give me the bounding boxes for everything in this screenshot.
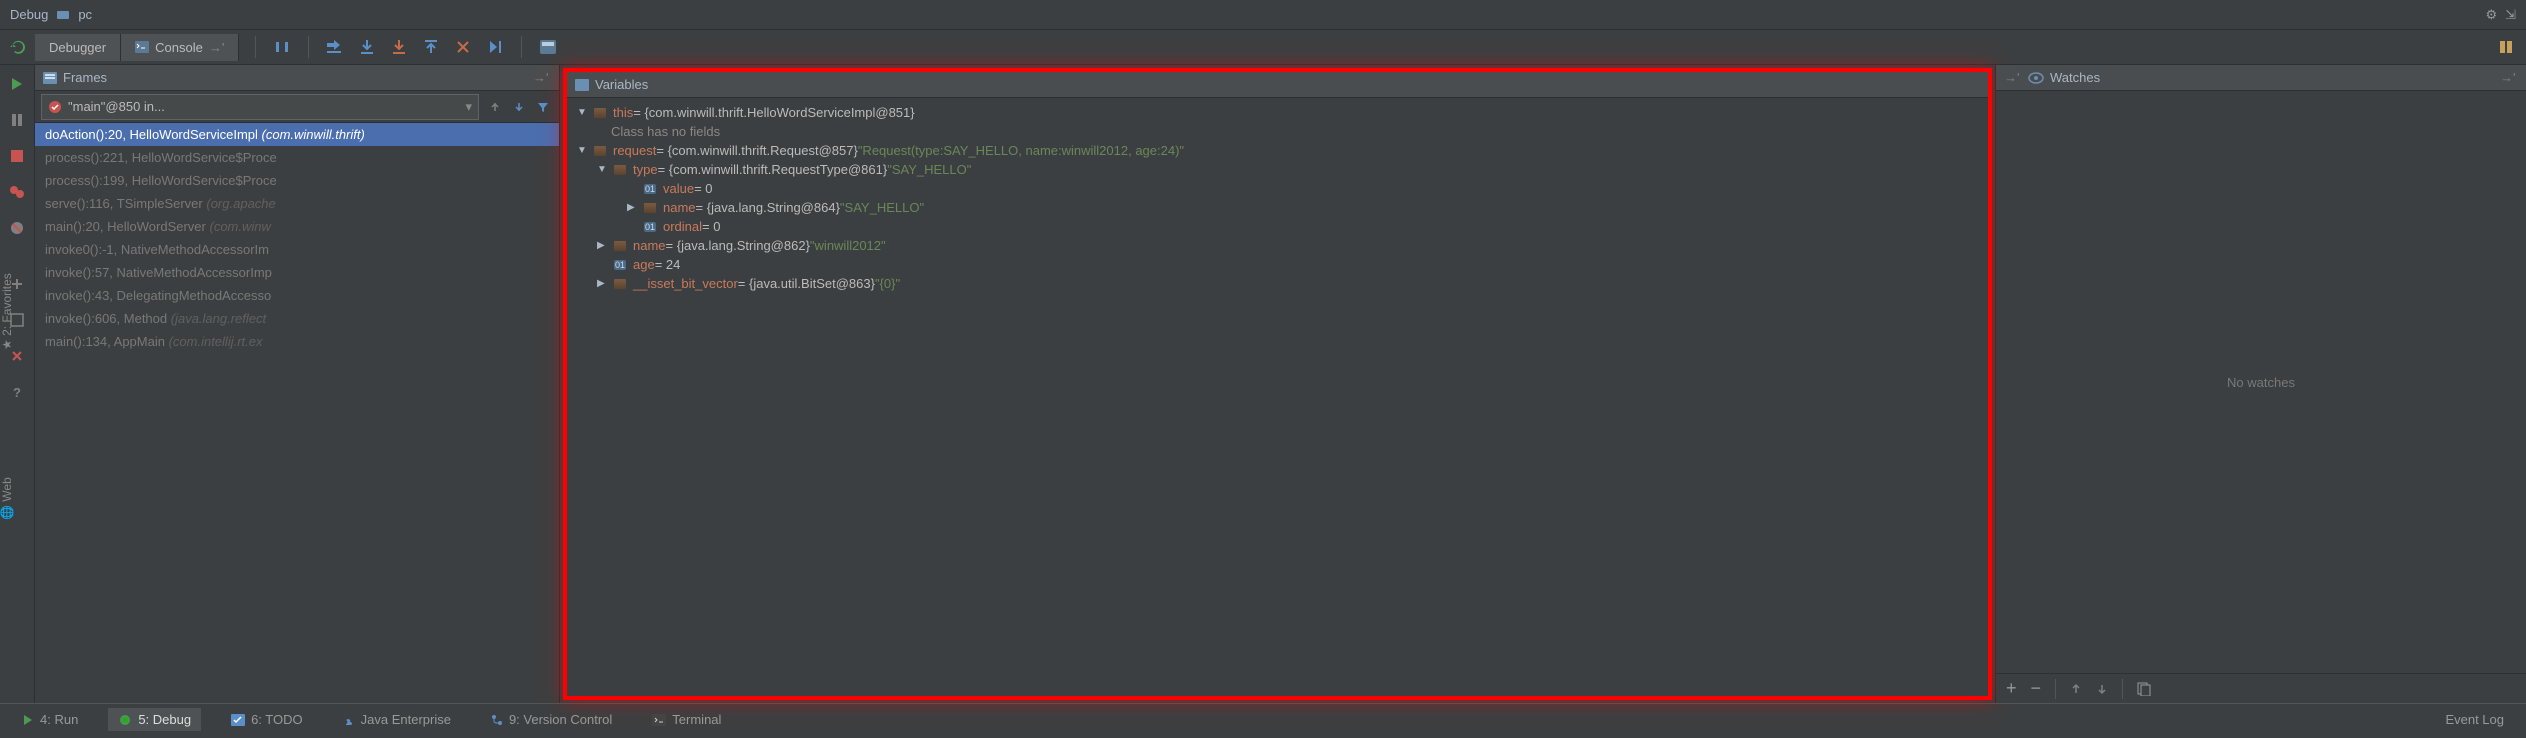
frame-item[interactable]: main():134, AppMain (com.intellij.rt.ex — [35, 330, 559, 353]
filter-frames-button[interactable] — [533, 96, 553, 118]
resume-button[interactable] — [3, 70, 31, 98]
gear-icon[interactable]: ⚙ — [2485, 7, 2497, 23]
debug-gutter: ? — [0, 65, 35, 703]
watches-title: Watches — [2050, 70, 2100, 85]
tab-console[interactable]: Console →' — [121, 34, 239, 61]
variable-row[interactable]: ▶name = {java.lang.String@862} "winwill2… — [567, 236, 1988, 255]
rerun-button[interactable] — [0, 30, 35, 65]
thread-selector[interactable]: "main"@850 in... ▾ — [41, 94, 479, 120]
view-breakpoints-button[interactable] — [3, 178, 31, 206]
frame-item[interactable]: main():20, HelloWordServer (com.winw — [35, 215, 559, 238]
watch-up-button[interactable] — [2070, 683, 2082, 695]
variables-title: Variables — [595, 77, 648, 92]
tab-java-enterprise[interactable]: Java Enterprise — [333, 708, 461, 731]
watch-down-button[interactable] — [2096, 683, 2108, 695]
variable-row[interactable]: ▼this = {com.winwill.thrift.HelloWordSer… — [567, 103, 1988, 122]
frames-dropdown-icon[interactable]: →' — [533, 70, 551, 85]
variable-row[interactable]: ▶01ordinal = 0 — [567, 217, 1988, 236]
console-icon — [135, 41, 149, 53]
layout-settings-icon[interactable] — [2496, 37, 2516, 57]
show-execution-point-icon[interactable] — [272, 37, 292, 57]
side-tab-web[interactable]: 🌐 Web — [0, 477, 14, 520]
title-bar: Debug pc ⚙ ⇲ — [0, 0, 2526, 30]
help-button[interactable]: ? — [3, 378, 31, 406]
variable-row[interactable]: ▶01age = 24 — [567, 255, 1988, 274]
mute-breakpoints-button[interactable] — [3, 214, 31, 242]
bottom-toolbar: 4: Run 5: Debug 6: TODO Java Enterprise … — [0, 703, 2526, 735]
run-to-cursor-icon[interactable] — [485, 37, 505, 57]
tab-run[interactable]: 4: Run — [12, 708, 88, 731]
watches-pane: →' Watches →' No watches + − — [1996, 65, 2526, 703]
variables-pane: Variables ▼this = {com.winwill.thrift.He… — [560, 65, 1996, 703]
force-step-into-icon[interactable] — [389, 37, 409, 57]
variable-row[interactable]: ▶Class has no fields — [567, 122, 1988, 141]
stop-button[interactable] — [3, 142, 31, 170]
tab-debugger[interactable]: Debugger — [35, 34, 121, 61]
variable-row[interactable]: ▼request = {com.winwill.thrift.Request@8… — [567, 141, 1988, 160]
pause-button[interactable] — [3, 106, 31, 134]
watches-icon — [2028, 72, 2044, 84]
frames-pane: Frames →' "main"@850 in... ▾ doAction():… — [35, 65, 560, 703]
tab-version-control[interactable]: 9: Version Control — [481, 708, 622, 731]
run-config-name: pc — [78, 7, 92, 22]
tab-todo[interactable]: 6: TODO — [221, 708, 313, 731]
evaluate-expression-icon[interactable] — [538, 37, 558, 57]
debug-toolbar: Debugger Console →' — [0, 30, 2526, 65]
side-tab-favorites[interactable]: ★ 2: Favorites — [0, 273, 14, 350]
copy-watch-button[interactable] — [2137, 682, 2151, 696]
frame-item[interactable]: doAction():20, HelloWordServiceImpl (com… — [35, 123, 559, 146]
watches-dropdown-icon[interactable]: →' — [2004, 70, 2022, 85]
variable-row[interactable]: ▼type = {com.winwill.thrift.RequestType@… — [567, 160, 1988, 179]
frames-icon — [43, 72, 57, 84]
watches-empty: No watches — [1996, 91, 2526, 673]
tab-debug[interactable]: 5: Debug — [108, 708, 201, 731]
step-out-icon[interactable] — [421, 37, 441, 57]
breakpoint-hit-icon — [48, 100, 62, 114]
drop-frame-icon[interactable] — [453, 37, 473, 57]
step-over-icon[interactable] — [325, 37, 345, 57]
variable-row[interactable]: ▶01value = 0 — [567, 179, 1988, 198]
remove-watch-button[interactable]: − — [2031, 678, 2042, 699]
frame-item[interactable]: process():199, HelloWordService$Proce — [35, 169, 559, 192]
run-config-icon — [56, 8, 70, 22]
frames-title: Frames — [63, 70, 107, 85]
window-title: Debug — [10, 7, 48, 22]
next-frame-button[interactable] — [509, 96, 529, 118]
tab-event-log[interactable]: Event Log — [2435, 708, 2514, 731]
frame-item[interactable]: process():221, HelloWordService$Proce — [35, 146, 559, 169]
variable-row[interactable]: ▶name = {java.lang.String@864} "SAY_HELL… — [567, 198, 1988, 217]
step-into-icon[interactable] — [357, 37, 377, 57]
frame-item[interactable]: invoke():57, NativeMethodAccessorImp — [35, 261, 559, 284]
prev-frame-button[interactable] — [485, 96, 505, 118]
minimize-icon[interactable]: ⇲ — [2505, 7, 2516, 23]
variables-icon — [575, 79, 589, 91]
frame-item[interactable]: invoke():43, DelegatingMethodAccesso — [35, 284, 559, 307]
variable-row[interactable]: ▶__isset_bit_vector = {java.util.BitSet@… — [567, 274, 1988, 293]
variables-tree[interactable]: ▼this = {com.winwill.thrift.HelloWordSer… — [567, 98, 1988, 696]
frame-item[interactable]: invoke():606, Method (java.lang.reflect — [35, 307, 559, 330]
frame-list[interactable]: doAction():20, HelloWordServiceImpl (com… — [35, 123, 559, 703]
watches-menu-icon[interactable]: →' — [2500, 70, 2518, 85]
add-watch-button[interactable]: + — [2006, 678, 2017, 699]
tab-terminal[interactable]: Terminal — [642, 708, 731, 731]
frame-item[interactable]: invoke0():-1, NativeMethodAccessorIm — [35, 238, 559, 261]
frame-item[interactable]: serve():116, TSimpleServer (org.apache — [35, 192, 559, 215]
